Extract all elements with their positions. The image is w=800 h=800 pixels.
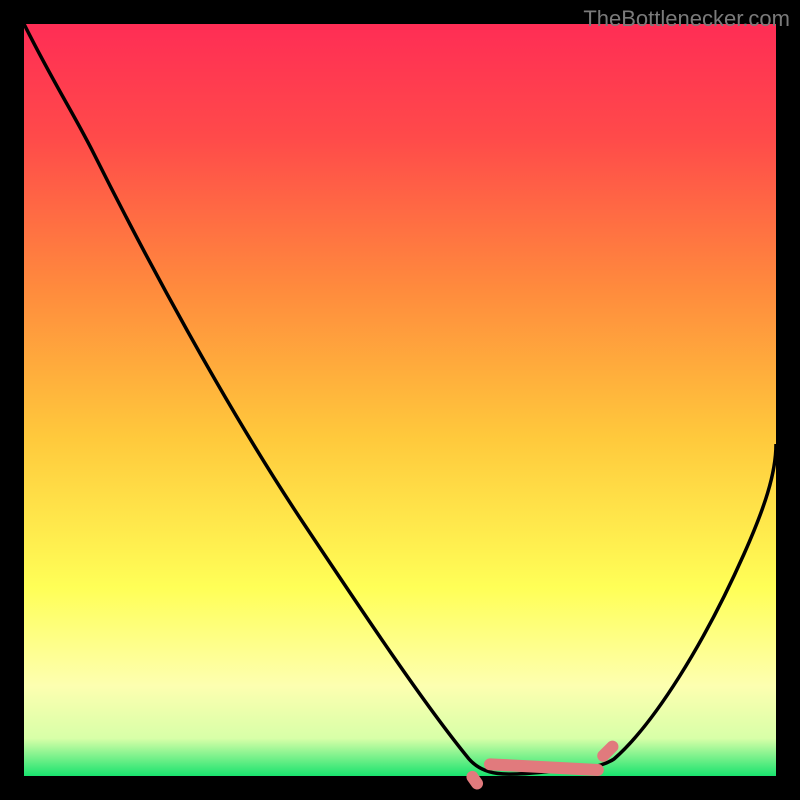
chart-frame [24,24,776,776]
bottleneck-curve [24,24,776,776]
watermark-text: TheBottlenecker.com [583,6,790,32]
